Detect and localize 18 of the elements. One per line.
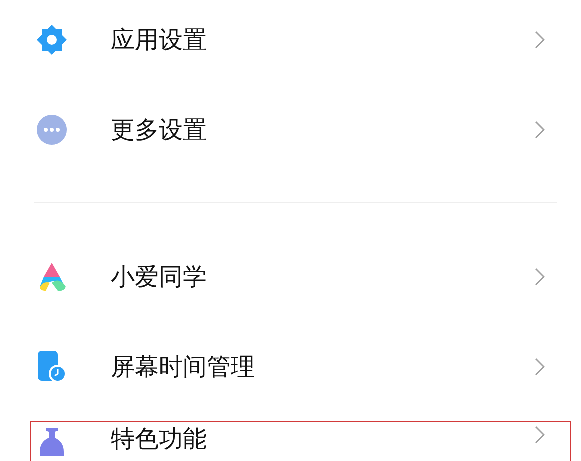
chevron-icon — [535, 358, 545, 376]
gear-icon — [36, 24, 68, 56]
row-label: 特色功能 — [111, 426, 208, 452]
settings-row[interactable]: 特色功能 — [30, 421, 571, 461]
settings-row[interactable]: 小爱同学 — [30, 241, 571, 313]
row-label: 更多设置 — [111, 116, 208, 144]
chevron-icon — [535, 426, 545, 444]
screen-time-icon — [36, 350, 68, 384]
settings-row[interactable]: 屏幕时间管理 — [30, 331, 571, 403]
chevron-icon — [535, 121, 545, 139]
chevron-icon — [535, 268, 545, 286]
row-label: 应用设置 — [111, 26, 208, 54]
chevron-icon — [535, 31, 545, 49]
settings-row[interactable]: 应用设置 — [30, 4, 571, 76]
settings-row[interactable]: 更多设置 — [30, 94, 571, 166]
row-label: 屏幕时间管理 — [111, 354, 256, 380]
more-icon — [36, 114, 68, 146]
row-label: 小爱同学 — [111, 264, 208, 290]
